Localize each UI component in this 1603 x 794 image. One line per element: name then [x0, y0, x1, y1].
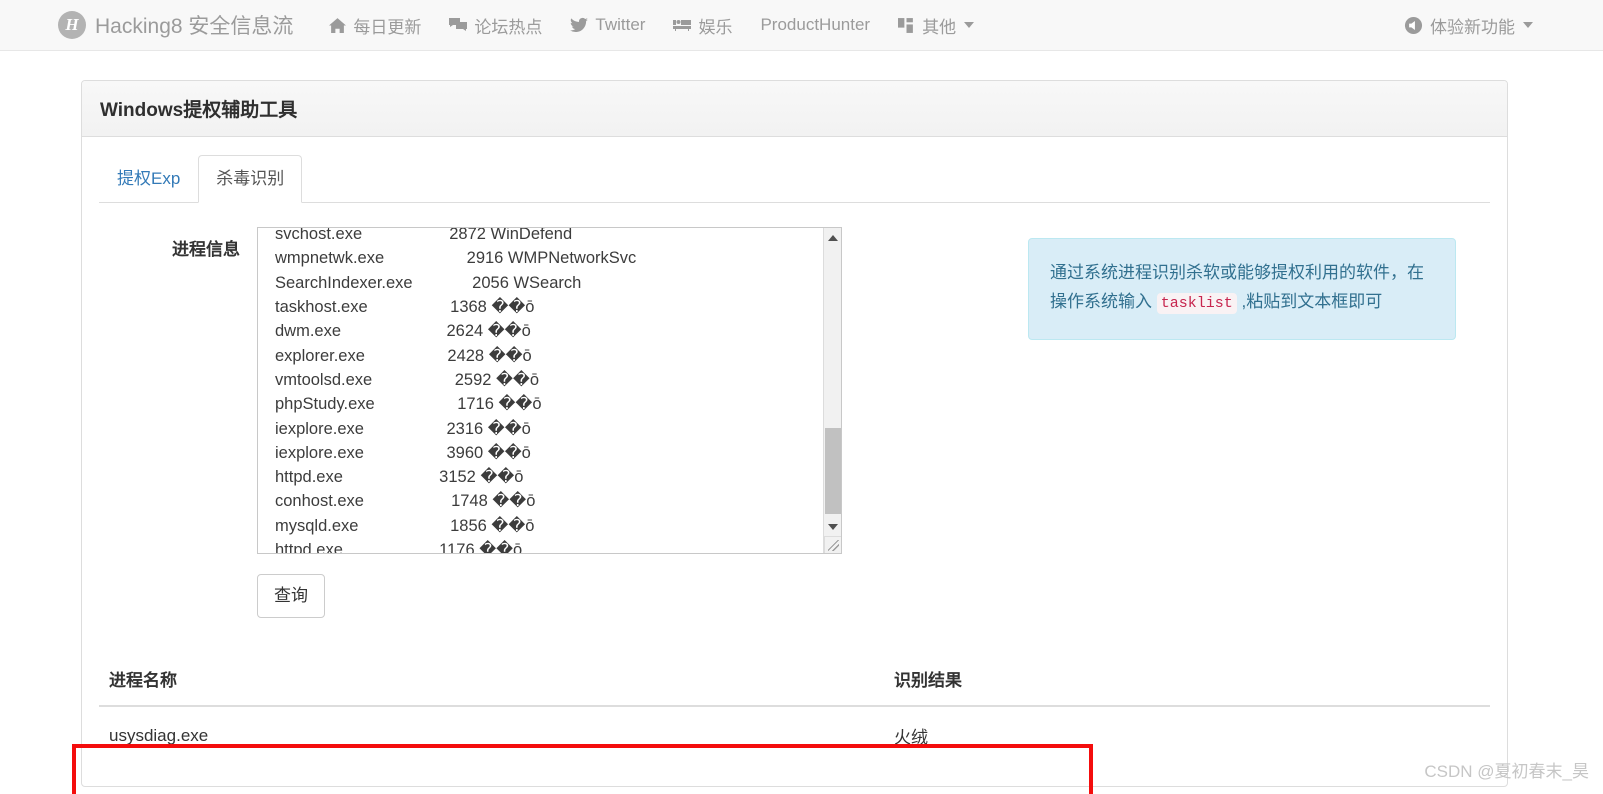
scroll-down-arrow-icon[interactable]	[824, 518, 841, 535]
navbar-left-group: H Hacking8 安全信息流 每日更新 论坛热点 Twitter 娱乐 Pr…	[0, 10, 988, 40]
tasklist-code: tasklist	[1156, 293, 1237, 315]
scrollbar-thumb[interactable]	[825, 428, 841, 515]
nav-item-label: ProductHunter	[760, 15, 871, 34]
table-header-row: 进程名称 识别结果	[99, 652, 1490, 708]
comments-icon	[449, 17, 468, 33]
table-header-result: 识别结果	[884, 652, 1490, 708]
result-table-body: usysdiag.exe 火绒	[99, 705, 1490, 765]
nav-item-label: 娱乐	[698, 17, 733, 37]
info-alert-text-after: ,粘贴到文本框即可	[1236, 292, 1383, 312]
watermark: CSDN @夏初春末_昊	[1424, 762, 1589, 781]
process-form-row: 进程信息 svchost.exe 2872 WinDefend wmpnetwk…	[99, 227, 1490, 619]
twitter-icon	[570, 17, 589, 33]
tab-exp-link[interactable]: 提权Exp	[99, 155, 198, 203]
page-title: Windows提权辅助工具	[100, 100, 298, 121]
hacking8-logo-icon: H	[58, 11, 86, 39]
table-header-process-name: 进程名称	[99, 652, 884, 708]
navbar-right-group: 体验新功能	[1390, 0, 1547, 50]
panel-body: 提权Exp 杀毒识别 进程信息 svchost.exe 2872 WinDefe…	[82, 137, 1507, 786]
tool-panel: Windows提权辅助工具 提权Exp 杀毒识别 进程信息 svchost.ex…	[81, 80, 1508, 788]
nav-item-label: 体验新功能	[1430, 17, 1515, 37]
bed-icon	[673, 18, 692, 32]
table-row: usysdiag.exe 火绒	[99, 705, 1490, 765]
info-alert: 通过系统进程识别杀软或能够提权利用的软件，在操作系统输入 tasklist ,粘…	[1028, 238, 1456, 341]
volume-icon	[1404, 16, 1423, 35]
nav-item-new-features[interactable]: 体验新功能	[1390, 13, 1547, 38]
nav-item-other[interactable]: 其他	[884, 13, 988, 38]
process-info-textarea-value: svchost.exe 2872 WinDefend wmpnetwk.exe …	[275, 227, 637, 555]
result-table-head: 进程名称 识别结果	[99, 652, 1490, 708]
textarea-resize-grip[interactable]	[824, 536, 841, 554]
panel-heading: Windows提权辅助工具	[82, 81, 1507, 137]
top-navbar: H Hacking8 安全信息流 每日更新 论坛热点 Twitter 娱乐 Pr…	[0, 0, 1603, 51]
page-content: Windows提权辅助工具 提权Exp 杀毒识别 进程信息 svchost.ex…	[0, 51, 1603, 794]
process-form-column: svchost.exe 2872 WinDefend wmpnetwk.exe …	[257, 227, 936, 619]
nav-item-producthunter[interactable]: ProductHunter	[746, 15, 884, 35]
tab-antivirus-detect[interactable]: 杀毒识别	[198, 155, 303, 204]
result-table: 进程名称 识别结果 usysdiag.exe 火绒	[99, 652, 1490, 765]
grid-icon	[898, 17, 915, 33]
chevron-down-icon	[1523, 22, 1533, 28]
process-info-label: 进程信息	[172, 240, 240, 260]
nav-item-forum-hot[interactable]: 论坛热点	[435, 13, 556, 38]
home-icon	[329, 17, 347, 34]
tab-list: 提权Exp 杀毒识别	[99, 155, 1490, 204]
nav-item-twitter[interactable]: Twitter	[556, 15, 659, 35]
textarea-scrollbar[interactable]	[823, 228, 841, 554]
nav-item-label: 其他	[922, 17, 957, 37]
query-button[interactable]: 查询	[257, 574, 325, 619]
cell-process-name: usysdiag.exe	[99, 705, 884, 765]
cell-detect-result: 火绒	[884, 705, 1490, 765]
nav-item-entertainment[interactable]: 娱乐	[659, 13, 746, 38]
tab-antivirus-detect-link[interactable]: 杀毒识别	[198, 155, 303, 204]
chevron-down-icon	[964, 22, 975, 28]
nav-item-label: 论坛热点	[474, 17, 543, 37]
scroll-up-arrow-icon[interactable]	[824, 229, 841, 246]
tab-exp[interactable]: 提权Exp	[99, 155, 198, 203]
brand-link[interactable]: H Hacking8 安全信息流	[58, 10, 293, 40]
brand-label: Hacking8 安全信息流	[95, 15, 294, 38]
nav-item-label: 每日更新	[353, 17, 422, 37]
process-info-textarea[interactable]: svchost.exe 2872 WinDefend wmpnetwk.exe …	[257, 227, 842, 555]
nav-item-label: Twitter	[595, 15, 646, 34]
nav-item-daily-update[interactable]: 每日更新	[315, 13, 435, 38]
result-table-wrapper: 进程名称 识别结果 usysdiag.exe 火绒	[99, 652, 1490, 765]
